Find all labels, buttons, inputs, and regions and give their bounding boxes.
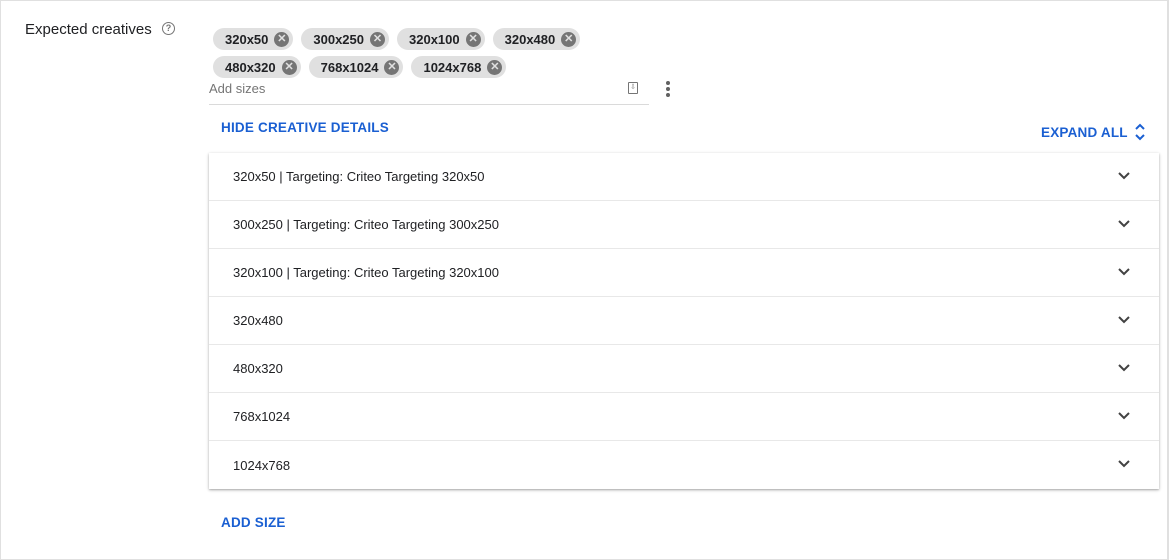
chevron-down-icon [1118, 316, 1130, 324]
bulk-upload-icon[interactable]: ⇩ [628, 82, 638, 94]
creative-row-label: 320x100 | Targeting: Criteo Targeting 32… [233, 265, 499, 280]
chevron-down-icon [1118, 364, 1130, 372]
help-icon[interactable]: ? [162, 22, 175, 35]
size-chip: 320x100 ✕ [397, 28, 485, 50]
size-chips: 320x50 ✕ 300x250 ✕ 320x100 ✕ 320x480 ✕ 480x3… [213, 28, 633, 78]
creative-row-label: 320x480 [233, 313, 283, 328]
hide-creative-details-button[interactable]: HIDE CREATIVE DETAILS [221, 120, 389, 135]
creative-row[interactable]: 1024x768 [209, 441, 1159, 489]
creative-row[interactable]: 320x100 | Targeting: Criteo Targeting 32… [209, 249, 1159, 297]
creative-row[interactable]: 320x50 | Targeting: Criteo Targeting 320… [209, 153, 1159, 201]
chevron-down-icon [1118, 220, 1130, 228]
creative-row-label: 320x50 | Targeting: Criteo Targeting 320… [233, 169, 485, 184]
chip-label: 320x50 [225, 31, 269, 47]
size-chip: 300x250 ✕ [301, 28, 390, 50]
creative-row-label: 300x250 | Targeting: Criteo Targeting 30… [233, 217, 499, 232]
size-chip: 1024x768 ✕ [411, 56, 507, 78]
chevron-down-icon [1118, 268, 1130, 276]
expand-all-button[interactable]: EXPAND ALL [1041, 123, 1145, 141]
remove-chip-icon[interactable]: ✕ [274, 31, 290, 47]
creative-row[interactable]: 320x480 [209, 297, 1159, 345]
creative-details-panel: 320x50 | Targeting: Criteo Targeting 320… [209, 153, 1159, 489]
unfold-more-icon [1135, 123, 1145, 141]
remove-chip-icon[interactable]: ✕ [370, 31, 386, 47]
size-chip: 480x320 ✕ [213, 56, 301, 78]
creative-row-label: 480x320 [233, 361, 283, 376]
chevron-down-icon [1118, 172, 1130, 180]
size-chip: 768x1024 ✕ [308, 56, 404, 78]
chip-label: 300x250 [313, 31, 365, 47]
creative-row[interactable]: 480x320 [209, 345, 1159, 393]
chip-label: 320x480 [504, 31, 556, 47]
add-sizes-input[interactable]: Add sizes [209, 80, 649, 105]
remove-chip-icon[interactable]: ✕ [384, 59, 400, 75]
field-label: Expected creatives [25, 21, 152, 38]
chevron-down-icon [1118, 460, 1130, 468]
add-size-button[interactable]: ADD SIZE [221, 515, 286, 530]
size-chip: 320x480 ✕ [492, 28, 581, 50]
remove-chip-icon[interactable]: ✕ [465, 31, 481, 47]
size-chip: 320x50 ✕ [213, 28, 294, 50]
chevron-down-icon [1118, 412, 1130, 420]
remove-chip-icon[interactable]: ✕ [487, 59, 503, 75]
creative-row-label: 1024x768 [233, 457, 291, 473]
more-options-icon[interactable] [666, 81, 672, 99]
chip-label: 320x100 [409, 31, 460, 47]
creative-row-label: 768x1024 [233, 409, 291, 424]
chip-label: 1024x768 [423, 59, 482, 75]
expand-all-label: EXPAND ALL [1041, 124, 1128, 140]
remove-chip-icon[interactable]: ✕ [561, 31, 577, 47]
chip-label: 768x1024 [320, 59, 379, 75]
creative-row[interactable]: 300x250 | Targeting: Criteo Targeting 30… [209, 201, 1159, 249]
chip-label: 480x320 [225, 59, 276, 75]
remove-chip-icon[interactable]: ✕ [281, 59, 297, 75]
creative-row[interactable]: 768x1024 [209, 393, 1159, 441]
